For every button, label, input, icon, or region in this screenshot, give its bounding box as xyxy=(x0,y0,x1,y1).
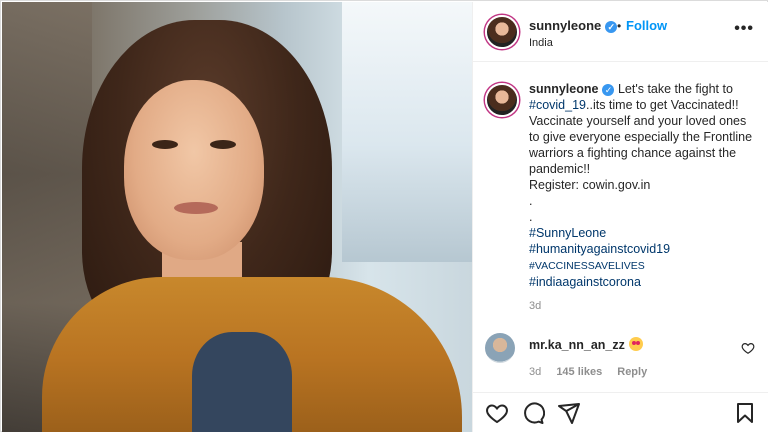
hashtag-humanityagainstcovid19[interactable]: #humanityagainstcovid19 xyxy=(529,242,670,256)
photo-lips xyxy=(174,202,218,214)
photo-face-shape xyxy=(124,80,264,260)
post-header: sunnyleone ✓ • Follow India ••• xyxy=(473,2,768,62)
caption-register: Register: cowin.gov.in xyxy=(529,178,651,192)
author-username[interactable]: sunnyleone ✓ xyxy=(529,18,618,33)
hashtag-sunnyleone[interactable]: #SunnyLeone xyxy=(529,226,606,240)
heart-eyes-emoji-icon xyxy=(628,337,643,351)
more-icon[interactable]: ••• xyxy=(734,20,754,38)
post-photo[interactable] xyxy=(2,2,472,432)
hashtag-vaccinessavelives[interactable]: #VACCINESSAVELIVES xyxy=(529,260,645,272)
comment-meta: 3d 145 likes Reply xyxy=(529,366,659,378)
post-side-panel: sunnyleone ✓ • Follow India ••• sunnyleon… xyxy=(472,2,768,432)
bookmark-icon[interactable] xyxy=(733,401,757,425)
author-avatar[interactable] xyxy=(485,15,519,49)
caption-dot-2: . xyxy=(529,210,533,224)
caption-username[interactable]: sunnyleone xyxy=(529,82,598,96)
window-light-background xyxy=(342,2,472,262)
action-bar xyxy=(473,392,768,432)
instagram-post-embed: sunnyleone ✓ • Follow India ••• sunnyleon… xyxy=(0,0,768,432)
comment-icon[interactable] xyxy=(521,401,545,425)
caption-text: sunnyleone ✓ Let's take the fight to #cov… xyxy=(529,81,759,314)
follow-button[interactable]: Follow xyxy=(626,18,667,33)
comment-likes[interactable]: 145 likes xyxy=(556,366,602,378)
small-heart-icon[interactable] xyxy=(741,341,755,355)
commenter-username: mr.ka_nn_an_zz xyxy=(529,337,643,352)
caption-dot-1: . xyxy=(529,194,533,208)
share-icon[interactable] xyxy=(557,401,581,425)
comments-section[interactable]: sunnyleone ✓ Let's take the fight to #cov… xyxy=(473,63,768,391)
heart-icon[interactable] xyxy=(485,401,509,425)
commenter-username-text[interactable]: mr.ka_nn_an_zz xyxy=(529,338,625,352)
caption-avatar[interactable] xyxy=(485,83,519,117)
hashtag-covid-19[interactable]: #covid_19 xyxy=(529,98,586,112)
commenter-avatar[interactable] xyxy=(485,333,515,363)
separator-dot: • xyxy=(617,19,622,33)
caption-timestamp[interactable]: 3d xyxy=(529,298,541,314)
author-username-text[interactable]: sunnyleone xyxy=(529,18,601,33)
reply-button[interactable]: Reply xyxy=(617,366,647,378)
comment-timestamp[interactable]: 3d xyxy=(529,366,541,378)
photo-eye-right xyxy=(210,140,236,149)
verified-icon: ✓ xyxy=(605,20,618,33)
verified-icon: ✓ xyxy=(602,83,615,96)
post-location[interactable]: India xyxy=(529,37,553,49)
caption-line-1: Let's take the fight to xyxy=(617,82,733,96)
photo-eye-left xyxy=(152,140,178,149)
hashtag-indiaagainstcorona[interactable]: #indiaagainstcorona xyxy=(529,275,641,289)
photo-top-shape xyxy=(192,332,292,432)
